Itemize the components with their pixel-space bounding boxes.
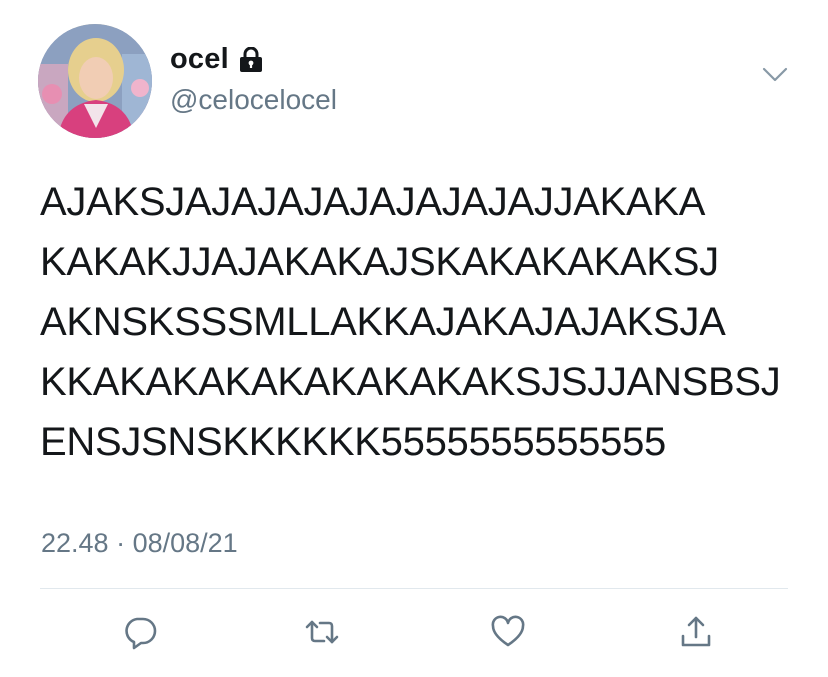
name-row: ocel [170,43,263,76]
avatar[interactable] [38,24,152,138]
divider [40,588,788,589]
retweet-button[interactable] [300,610,344,654]
tweet-text-line: AJAKSJAJAJAJAJAJAJAJAJJAKAKA [40,180,706,224]
lock-icon [239,46,262,72]
timestamp[interactable]: 22.48 · 08/08/21 [41,528,238,559]
display-name[interactable]: ocel [170,43,229,76]
reply-icon [125,617,157,650]
tweet-text: AJAKSJAJAJAJAJAJAJAJAJJAKAKA KAKAKJJAJAK… [40,172,810,472]
like-icon [491,615,525,647]
tweet-text-line: AKNSKSSSMLLAKKAJAKAJAJAKSJA [40,300,726,344]
tweet-time: 22.48 [41,528,109,558]
share-icon [681,616,711,647]
retweet-icon [305,620,339,644]
tweet-text-line: KKAKAKAKAKAKAKAKAKSJSJJANSBSJ [40,360,781,404]
chevron-down-icon[interactable] [762,66,788,84]
like-button[interactable] [486,610,530,654]
user-handle[interactable]: @celocelocel [170,84,337,116]
share-button[interactable] [674,610,718,654]
reply-button[interactable] [118,610,162,654]
tweet-text-line: ENSJSNSKKKKKK5555555555555 [40,420,666,464]
avatar-image [38,24,152,138]
tweet-text-line: KAKAKJJAJAKAKAJSKAKAKAKAKSJ [40,240,719,284]
tweet-date: 08/08/21 [132,528,238,558]
timestamp-separator: · [108,528,133,558]
